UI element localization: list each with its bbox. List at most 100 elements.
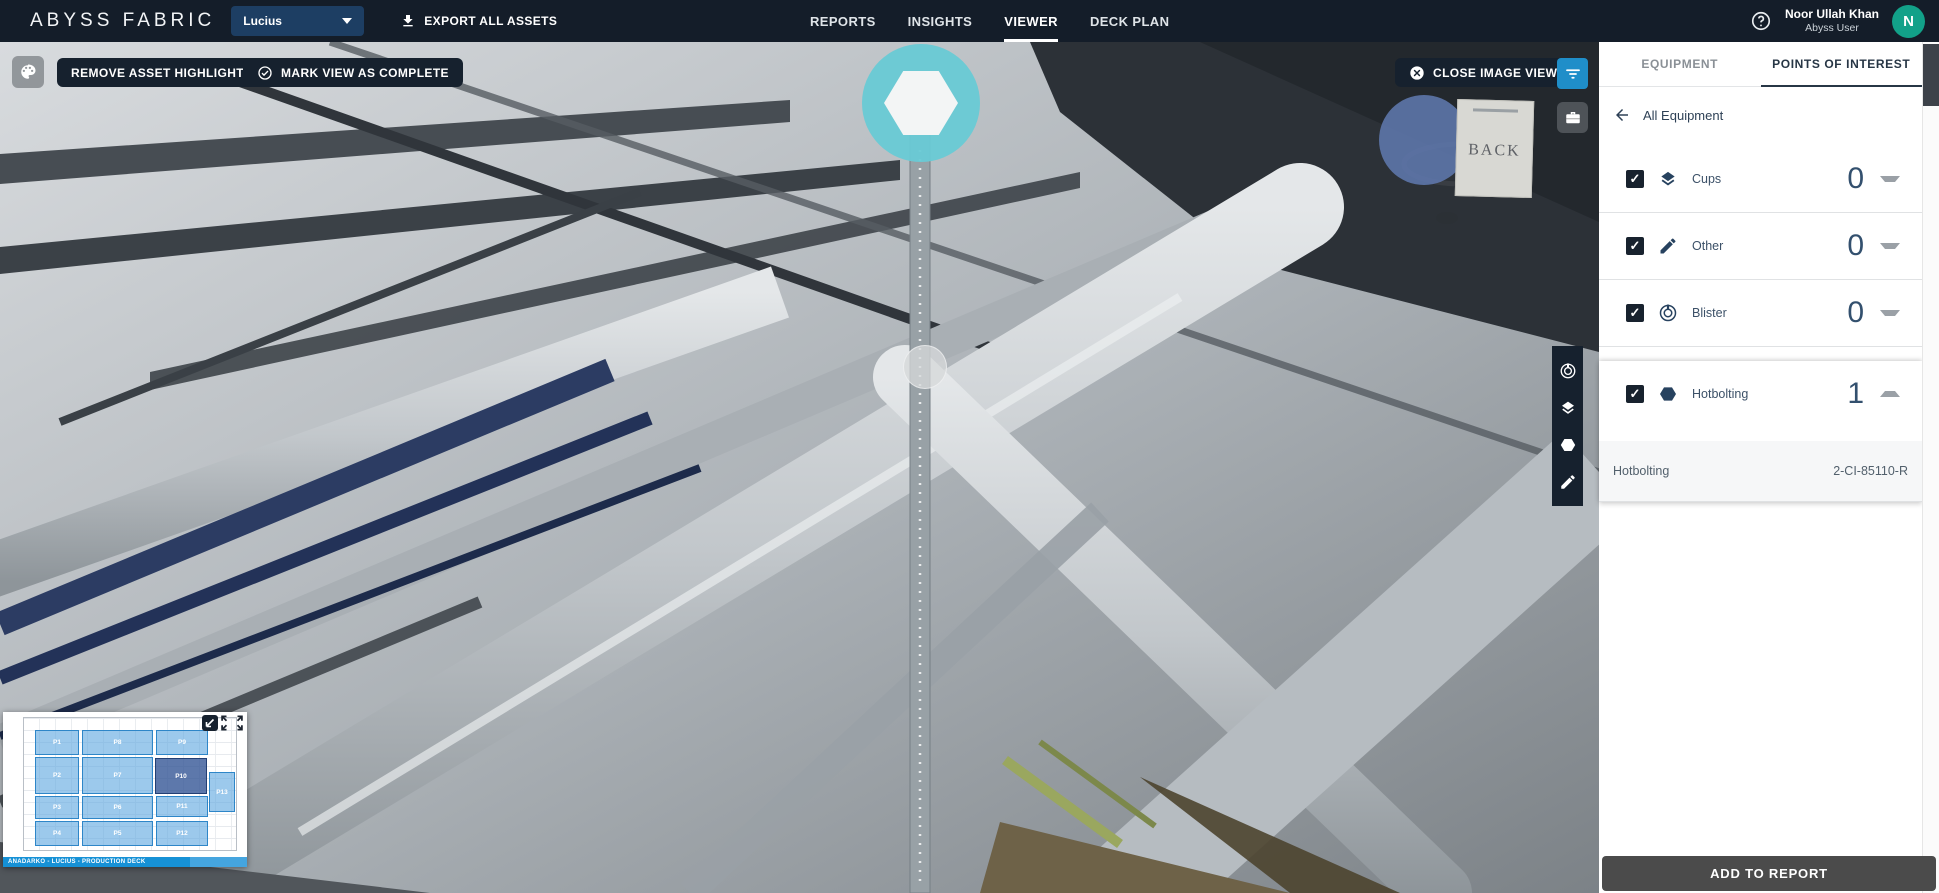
mark-view-as-complete-label: MARK VIEW AS COMPLETE	[281, 66, 449, 80]
sign-line	[1473, 108, 1518, 112]
category-card-hotbolting: Hotbolting 1 Hotbolting 2-CI-85110-R	[1599, 361, 1922, 502]
pencil-icon	[1658, 236, 1678, 256]
user-name: Noor Ullah Khan	[1785, 7, 1879, 22]
add-to-report-button[interactable]: ADD TO REPORT	[1602, 856, 1936, 891]
category-count: 0	[1847, 162, 1864, 196]
page-scrollbar[interactable]	[1922, 42, 1939, 893]
minimap-zones: P1P8P9 P2P7P10P13 P3P6P11 P4P5P12	[3, 712, 247, 857]
chevron-up-icon[interactable]	[1880, 391, 1900, 397]
nav-viewer[interactable]: VIEWER	[1004, 0, 1058, 42]
close-icon	[1409, 65, 1425, 81]
fullscreen-expand-icon[interactable]	[221, 715, 243, 731]
avatar[interactable]: N	[1892, 5, 1925, 38]
tab-equipment[interactable]: EQUIPMENT	[1599, 42, 1761, 86]
spacer	[1599, 427, 1922, 441]
nav-reports[interactable]: REPORTS	[810, 0, 876, 42]
category-count: 0	[1847, 296, 1864, 330]
category-row-other[interactable]: Other 0	[1599, 213, 1922, 280]
nav-deck-plan[interactable]: DECK PLAN	[1090, 0, 1169, 42]
minimap-zone-P8[interactable]: P8	[82, 730, 153, 755]
minimap-zone-P9[interactable]: P9	[156, 730, 208, 755]
download-icon	[400, 13, 416, 29]
mark-view-as-complete-button[interactable]: MARK VIEW AS COMPLETE	[243, 58, 463, 87]
layers-icon[interactable]	[1559, 399, 1577, 417]
minimap-zone-P7[interactable]: P7	[82, 757, 153, 794]
checkbox[interactable]	[1626, 304, 1644, 322]
hexagon-icon[interactable]	[1559, 436, 1577, 454]
sidebar: EQUIPMENT POINTS OF INTEREST All Equipme…	[1599, 42, 1922, 893]
minimap-zone-P13[interactable]: P13	[209, 772, 235, 812]
user-role: Abyss User	[1785, 22, 1879, 35]
briefcase-icon	[1564, 109, 1582, 127]
minimap-zone-P12[interactable]: P12	[156, 821, 208, 846]
chevron-down-icon	[342, 18, 352, 24]
blister-target-icon[interactable]	[1559, 362, 1577, 380]
project-selector-value: Lucius	[243, 14, 282, 28]
minimap-zone-P1[interactable]: P1	[35, 730, 79, 755]
nav-insights[interactable]: INSIGHTS	[908, 0, 973, 42]
back-link-label: All Equipment	[1643, 108, 1723, 123]
remove-asset-highlight-label: REMOVE ASSET HIGHLIGHT	[71, 66, 244, 80]
chevron-down-icon[interactable]	[1880, 310, 1900, 316]
image-viewer: BACK REMOVE ASSET HIGHLIGHT MARK VIEW AS…	[0, 42, 1599, 893]
hexagon-icon	[1658, 384, 1678, 404]
layers-icon	[1658, 169, 1678, 189]
filter-button[interactable]	[1557, 58, 1588, 89]
checkbox[interactable]	[1626, 170, 1644, 188]
tab-points-of-interest[interactable]: POINTS OF INTEREST	[1761, 42, 1923, 86]
blister-target-icon	[1658, 303, 1678, 323]
category-label: Hotbolting	[1692, 387, 1748, 401]
checkbox[interactable]	[1626, 237, 1644, 255]
category-row-blister[interactable]: Blister 0	[1599, 280, 1922, 347]
check-circle-icon	[257, 65, 273, 81]
header-right: Noor Ullah Khan Abyss User N	[1750, 0, 1925, 42]
hexagon-icon	[884, 71, 958, 135]
minimap-zone-P5[interactable]: P5	[82, 821, 153, 846]
minimap-zone-P10[interactable]: P10	[155, 758, 207, 794]
project-selector[interactable]: Lucius	[231, 6, 364, 36]
category-row-cups[interactable]: Cups 0	[1599, 146, 1922, 213]
close-image-view-button[interactable]: CLOSE IMAGE VIEW	[1395, 58, 1571, 87]
back-sign: BACK	[1455, 99, 1535, 198]
category-label: Other	[1692, 239, 1723, 253]
arrow-back-icon	[1613, 106, 1631, 124]
pencil-icon[interactable]	[1559, 473, 1577, 491]
app-root: ABYSS FABRIC Lucius EXPORT ALL ASSETS RE…	[0, 0, 1939, 893]
color-palette-button[interactable]	[12, 56, 44, 88]
palette-icon	[19, 63, 37, 81]
scrollbar-thumb[interactable]	[1923, 44, 1939, 106]
all-equipment-back-link[interactable]: All Equipment	[1613, 101, 1922, 129]
remove-asset-highlight-button[interactable]: REMOVE ASSET HIGHLIGHT	[57, 58, 258, 87]
minimap-zone-P2[interactable]: P2	[35, 757, 79, 794]
category-list: Cups 0 Other 0	[1599, 146, 1922, 502]
minimap-zone-P4[interactable]: P4	[35, 821, 79, 846]
poi-item-row[interactable]: Hotbolting 2-CI-85110-R	[1599, 441, 1922, 502]
minimap-caption: ANADARKO - LUCIUS - PRODUCTION DECK	[3, 857, 247, 867]
chevron-down-icon[interactable]	[1880, 243, 1900, 249]
close-image-view-label: CLOSE IMAGE VIEW	[1433, 66, 1557, 80]
top-bar: ABYSS FABRIC Lucius EXPORT ALL ASSETS RE…	[0, 0, 1939, 42]
category-row-hotbolting[interactable]: Hotbolting 1	[1599, 361, 1922, 427]
minimap-plan: P1P8P9 P2P7P10P13 P3P6P11 P4P5P12	[3, 712, 247, 857]
marker-type-palette	[1552, 346, 1583, 506]
minimap-zone-P3[interactable]: P3	[35, 796, 79, 819]
toggle-highlight-icon[interactable]	[202, 715, 218, 731]
checkbox[interactable]	[1626, 385, 1644, 403]
category-count: 1	[1847, 377, 1864, 411]
chevron-down-icon[interactable]	[1880, 176, 1900, 182]
help-button[interactable]	[1750, 10, 1772, 32]
category-label: Cups	[1692, 172, 1721, 186]
navigation-dot[interactable]	[903, 345, 947, 389]
category-count: 0	[1847, 229, 1864, 263]
sidebar-tabs: EQUIPMENT POINTS OF INTEREST	[1599, 42, 1922, 87]
export-label: EXPORT ALL ASSETS	[424, 14, 557, 28]
category-label: Blister	[1692, 306, 1727, 320]
deck-plan-minimap[interactable]: P1P8P9 P2P7P10P13 P3P6P11 P4P5P12 ANADARKO …	[3, 712, 247, 867]
poi-marker-hotbolting[interactable]	[862, 44, 980, 162]
poi-item-tag: 2-CI-85110-R	[1833, 464, 1908, 478]
app-logo: ABYSS FABRIC	[30, 10, 215, 32]
minimap-zone-P6[interactable]: P6	[82, 796, 153, 819]
toolbox-button[interactable]	[1557, 102, 1588, 133]
minimap-zone-P11[interactable]: P11	[156, 796, 208, 817]
export-all-assets-button[interactable]: EXPORT ALL ASSETS	[394, 12, 563, 30]
